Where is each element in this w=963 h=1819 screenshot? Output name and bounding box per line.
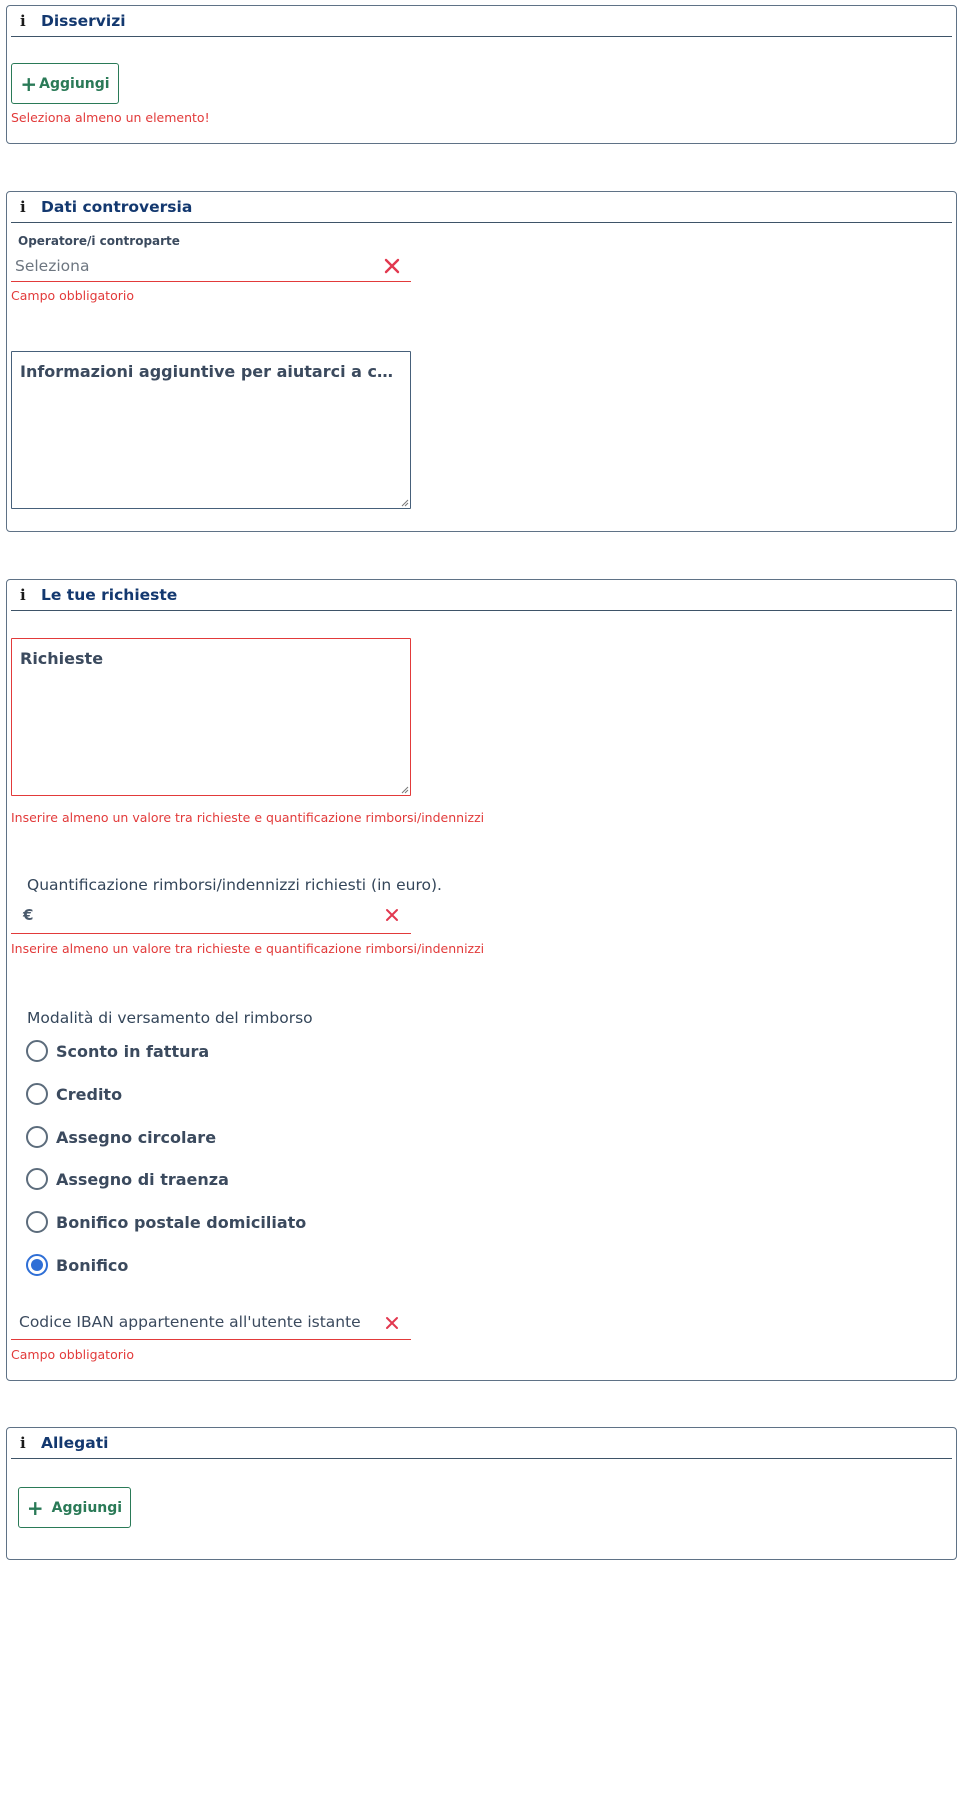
currency-symbol: €	[23, 906, 34, 924]
info-icon[interactable]: i	[20, 198, 26, 216]
radio-button[interactable]	[26, 1211, 48, 1233]
card-dati-controversia: i Dati controversia Operatore/i contropa…	[6, 191, 957, 532]
radio-label: Sconto in fattura	[56, 1041, 210, 1061]
card-disservizi: i Disservizi + Aggiungi Seleziona almeno…	[6, 5, 957, 144]
plus-icon: +	[20, 71, 38, 96]
add-button-label: Aggiungi	[51, 1499, 123, 1516]
info-icon[interactable]: i	[20, 586, 26, 604]
card-allegati: i Allegati + Aggiungi	[6, 1427, 957, 1560]
quantificazione-underline	[11, 933, 411, 934]
radio-button[interactable]	[26, 1168, 48, 1190]
operatori-label: Operatore/i controparte	[18, 234, 180, 248]
iban-error: Campo obbligatorio	[11, 1347, 134, 1362]
radio-button[interactable]	[26, 1040, 48, 1062]
add-button-label: Aggiungi	[39, 75, 110, 92]
radio-label: Assegno circolare	[56, 1127, 217, 1147]
richieste-textarea[interactable]: Richieste	[11, 638, 411, 796]
radio-label: Bonifico	[56, 1255, 129, 1275]
info-icon[interactable]: i	[20, 12, 26, 30]
card-header: i Le tue richieste	[11, 580, 952, 611]
operatori-select[interactable]: Seleziona	[11, 252, 411, 282]
radio-button[interactable]	[26, 1083, 48, 1105]
radio-credito[interactable]: Credito	[26, 1081, 122, 1107]
card-title: Le tue richieste	[41, 586, 178, 604]
radio-assegno-circolare[interactable]: Assegno circolare	[26, 1124, 216, 1150]
richieste-placeholder: Richieste	[20, 649, 104, 668]
operatori-error: Campo obbligatorio	[11, 288, 134, 303]
disservizi-error: Seleziona almeno un elemento!	[11, 110, 210, 125]
operatori-underline	[11, 281, 411, 282]
radio-button[interactable]	[26, 1126, 48, 1148]
info-textarea-placeholder: Informazioni aggiuntive per aiutarci a c…	[20, 362, 402, 381]
radio-button-selected[interactable]	[26, 1254, 48, 1276]
richieste-error: Inserire almeno un valore tra richieste …	[11, 810, 485, 825]
close-icon[interactable]	[384, 258, 400, 274]
resize-grip-icon[interactable]	[401, 786, 409, 794]
close-icon[interactable]	[385, 908, 399, 922]
iban-placeholder: Codice IBAN appartenente all'utente ista…	[19, 1313, 361, 1331]
radio-sconto-in-fattura[interactable]: Sconto in fattura	[26, 1038, 209, 1064]
card-header: i Allegati	[11, 1428, 952, 1459]
radio-label: Credito	[56, 1084, 123, 1104]
add-disservizio-button[interactable]: + Aggiungi	[11, 63, 119, 104]
close-icon[interactable]	[385, 1316, 399, 1330]
card-richieste: i Le tue richieste Richieste Inserire al…	[6, 579, 957, 1381]
modalita-label: Modalità di versamento del rimborso	[27, 1009, 313, 1027]
resize-grip-icon[interactable]	[401, 499, 409, 507]
card-header: i Disservizi	[11, 6, 952, 37]
radio-label: Bonifico postale domiciliato	[56, 1212, 307, 1232]
card-title: Allegati	[41, 1434, 109, 1452]
quantificazione-input[interactable]: €	[11, 900, 411, 932]
radio-label: Assegno di traenza	[56, 1169, 229, 1189]
info-textarea[interactable]: Informazioni aggiuntive per aiutarci a c…	[11, 351, 411, 509]
operatori-placeholder: Seleziona	[15, 257, 90, 275]
radio-assegno-di-traenza[interactable]: Assegno di traenza	[26, 1166, 229, 1192]
card-title: Dati controversia	[41, 198, 193, 216]
add-allegato-button[interactable]: + Aggiungi	[18, 1487, 131, 1528]
radio-bonifico-postale-domiciliato[interactable]: Bonifico postale domiciliato	[26, 1209, 306, 1235]
plus-icon: +	[26, 1495, 44, 1520]
info-icon[interactable]: i	[20, 1434, 26, 1452]
iban-underline	[11, 1339, 411, 1340]
quantificazione-error: Inserire almeno un valore tra richieste …	[11, 941, 485, 956]
card-header: i Dati controversia	[11, 192, 952, 223]
iban-input[interactable]: Codice IBAN appartenente all'utente ista…	[11, 1308, 411, 1338]
radio-bonifico[interactable]: Bonifico	[26, 1252, 128, 1278]
card-title: Disservizi	[41, 12, 126, 30]
quantificazione-label: Quantificazione rimborsi/indennizzi rich…	[27, 876, 442, 894]
